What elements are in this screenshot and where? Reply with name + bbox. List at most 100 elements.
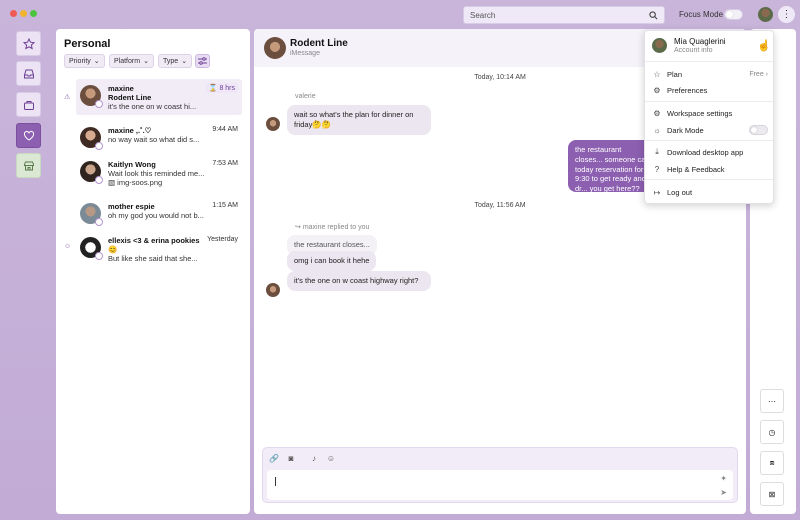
search-input[interactable]: Search — [463, 6, 665, 24]
link-icon[interactable]: 🔗 — [269, 453, 279, 463]
conversation-subtitle: Rodent Line — [108, 93, 152, 102]
menu-item-preferences[interactable]: ⚙ Preferences — [652, 83, 768, 97]
mouse-cursor-icon: ☝ — [757, 40, 771, 52]
close-window-button[interactable] — [10, 10, 17, 17]
gear-icon: ⚙ — [653, 108, 661, 118]
message-bubble[interactable]: omg i can book it hehe — [287, 251, 377, 271]
account-info-link[interactable]: Account info — [674, 47, 713, 54]
divider — [645, 140, 773, 141]
list-item[interactable]: Kaitlyn Wong Wait look this reminded me.… — [76, 155, 242, 191]
sun-icon: ☼ — [653, 125, 661, 135]
messenger-icon — [95, 218, 103, 226]
more-options-button[interactable]: ⋮ — [778, 6, 795, 23]
account-name[interactable]: Mia Quaglerini — [674, 37, 726, 46]
attachment-label: ▧ img-soos.png — [108, 178, 238, 187]
menu-item-workspace-settings[interactable]: ⚙ Workspace settings — [652, 106, 768, 120]
minimize-window-button[interactable] — [20, 10, 27, 17]
conversation-name: maxine — [108, 84, 134, 93]
maximize-window-button[interactable] — [30, 10, 37, 17]
list-item[interactable]: mother espie oh my god you would not b..… — [76, 197, 242, 233]
conversation-preview: no way wait so what did s... — [108, 135, 200, 144]
help-icon: ? — [654, 164, 660, 174]
menu-item-label: Download desktop app — [667, 147, 744, 157]
instagram-icon — [95, 176, 103, 184]
warning-icon: ⚠ — [64, 94, 71, 101]
avatar — [80, 85, 103, 108]
plan-value-text: Free — [749, 70, 764, 78]
account-menu: Mia Quaglerini Account info ☆ Plan Free … — [644, 30, 774, 204]
conversation-name: Kaitlyn Wong — [108, 160, 156, 169]
download-icon: ⤓ — [655, 147, 659, 156]
store-nav-button[interactable] — [16, 153, 41, 178]
imessage-icon — [95, 100, 103, 108]
dark-mode-toggle[interactable] — [749, 125, 768, 135]
smile-icon: ☺ — [64, 243, 72, 250]
chat-actions-button[interactable]: ⋯ — [760, 389, 784, 413]
favorites-nav-button[interactable] — [16, 31, 41, 56]
attachment-filename: img-soos.png — [117, 178, 163, 187]
preferences-icon: ⚙ — [653, 85, 661, 95]
menu-item-label: Help & Feedback — [667, 164, 725, 174]
conversation-time: 1:15 AM — [212, 202, 238, 209]
history-button[interactable]: ◷ — [760, 420, 784, 444]
more-horizontal-icon: ⋯ — [768, 396, 776, 406]
menu-item-label: Plan — [667, 69, 683, 79]
reply-note: ↪ maxine replied to you — [295, 223, 369, 231]
list-item[interactable]: maxine Rodent Line it's the one on w coa… — [76, 79, 242, 115]
work-nav-button[interactable] — [16, 92, 41, 117]
platform-filter[interactable]: Platform ⌄ — [109, 54, 154, 68]
send-icon[interactable]: ➤ — [720, 488, 727, 497]
text-caret — [275, 477, 276, 486]
conversation-preview: oh my god you would not b... — [108, 211, 204, 220]
conversation-name: mother espie — [108, 202, 155, 211]
menu-item-download[interactable]: ⤓ Download desktop app — [652, 145, 768, 159]
menu-item-help[interactable]: ? Help & Feedback — [652, 162, 768, 176]
menu-item-label: Dark Mode — [667, 125, 704, 135]
message-input[interactable]: ✦ ➤ — [267, 470, 733, 500]
list-item[interactable]: ellexis <3 & erina pookies 😊 But like sh… — [76, 231, 242, 275]
avatar — [80, 237, 103, 260]
mic-icon[interactable]: ♪ — [309, 453, 319, 463]
badge-text: 8 hrs — [219, 85, 235, 92]
menu-item-dark-mode[interactable]: ☼ Dark Mode — [652, 123, 768, 137]
conversation-time: 7:53 AM — [212, 160, 238, 167]
message-bubble[interactable]: it's the one on w coast highway right? — [287, 271, 431, 291]
type-filter[interactable]: Type ⌄ — [158, 54, 193, 68]
filter-label: Type — [163, 57, 179, 65]
avatar — [80, 127, 103, 150]
more-icon: ⋮ — [781, 9, 792, 20]
avatar[interactable] — [758, 7, 773, 22]
filter-settings-button[interactable] — [195, 54, 210, 68]
menu-item-label: Preferences — [667, 85, 708, 95]
camera-icon[interactable]: ◙ — [286, 453, 296, 463]
menu-item-plan[interactable]: ☆ Plan Free › — [652, 67, 768, 81]
close-panel-button[interactable]: ⊠ — [760, 482, 784, 506]
page-title: Personal — [64, 38, 111, 50]
filter-label: Priority — [69, 57, 91, 65]
sparkle-icon[interactable]: ✦ — [720, 474, 727, 483]
emoji-icon[interactable]: ☺ — [326, 453, 336, 463]
crop-button[interactable]: ⧈ — [760, 451, 784, 475]
reply-icon: ↪ — [295, 224, 303, 231]
personal-nav-button[interactable] — [16, 123, 41, 148]
message-bubble[interactable]: wait so what's the plan for dinner on fr… — [287, 105, 431, 135]
logout-icon: ↦ — [653, 187, 661, 197]
message-bubble-outgoing[interactable]: the restaurant closes... someone call to… — [568, 140, 656, 192]
menu-item-logout[interactable]: ↦ Log out — [652, 185, 768, 199]
close-icon: ⊠ — [768, 489, 776, 499]
conversation-name: maxine ,.˚.♡ — [108, 126, 152, 135]
composer-toolbar: 🔗 ◙ ♪ ☺ — [269, 453, 336, 463]
list-item[interactable]: maxine ,.˚.♡ no way wait so what did s..… — [76, 121, 242, 157]
divider — [645, 61, 773, 62]
search-icon — [649, 10, 658, 19]
chevron-down-icon: ⌄ — [181, 58, 188, 65]
search-placeholder: Search — [470, 10, 496, 20]
inbox-nav-button[interactable] — [16, 61, 41, 86]
plan-value: Free › — [749, 70, 768, 78]
focus-mode-toggle[interactable] — [724, 9, 743, 20]
conversation-list-panel: Personal Priority ⌄ Platform ⌄ Type ⌄ ⚠ … — [56, 29, 250, 514]
filter-label: Platform — [114, 57, 141, 65]
priority-filter[interactable]: Priority ⌄ — [64, 54, 105, 68]
image-icon: ▧ — [108, 178, 118, 187]
avatar — [652, 38, 667, 53]
